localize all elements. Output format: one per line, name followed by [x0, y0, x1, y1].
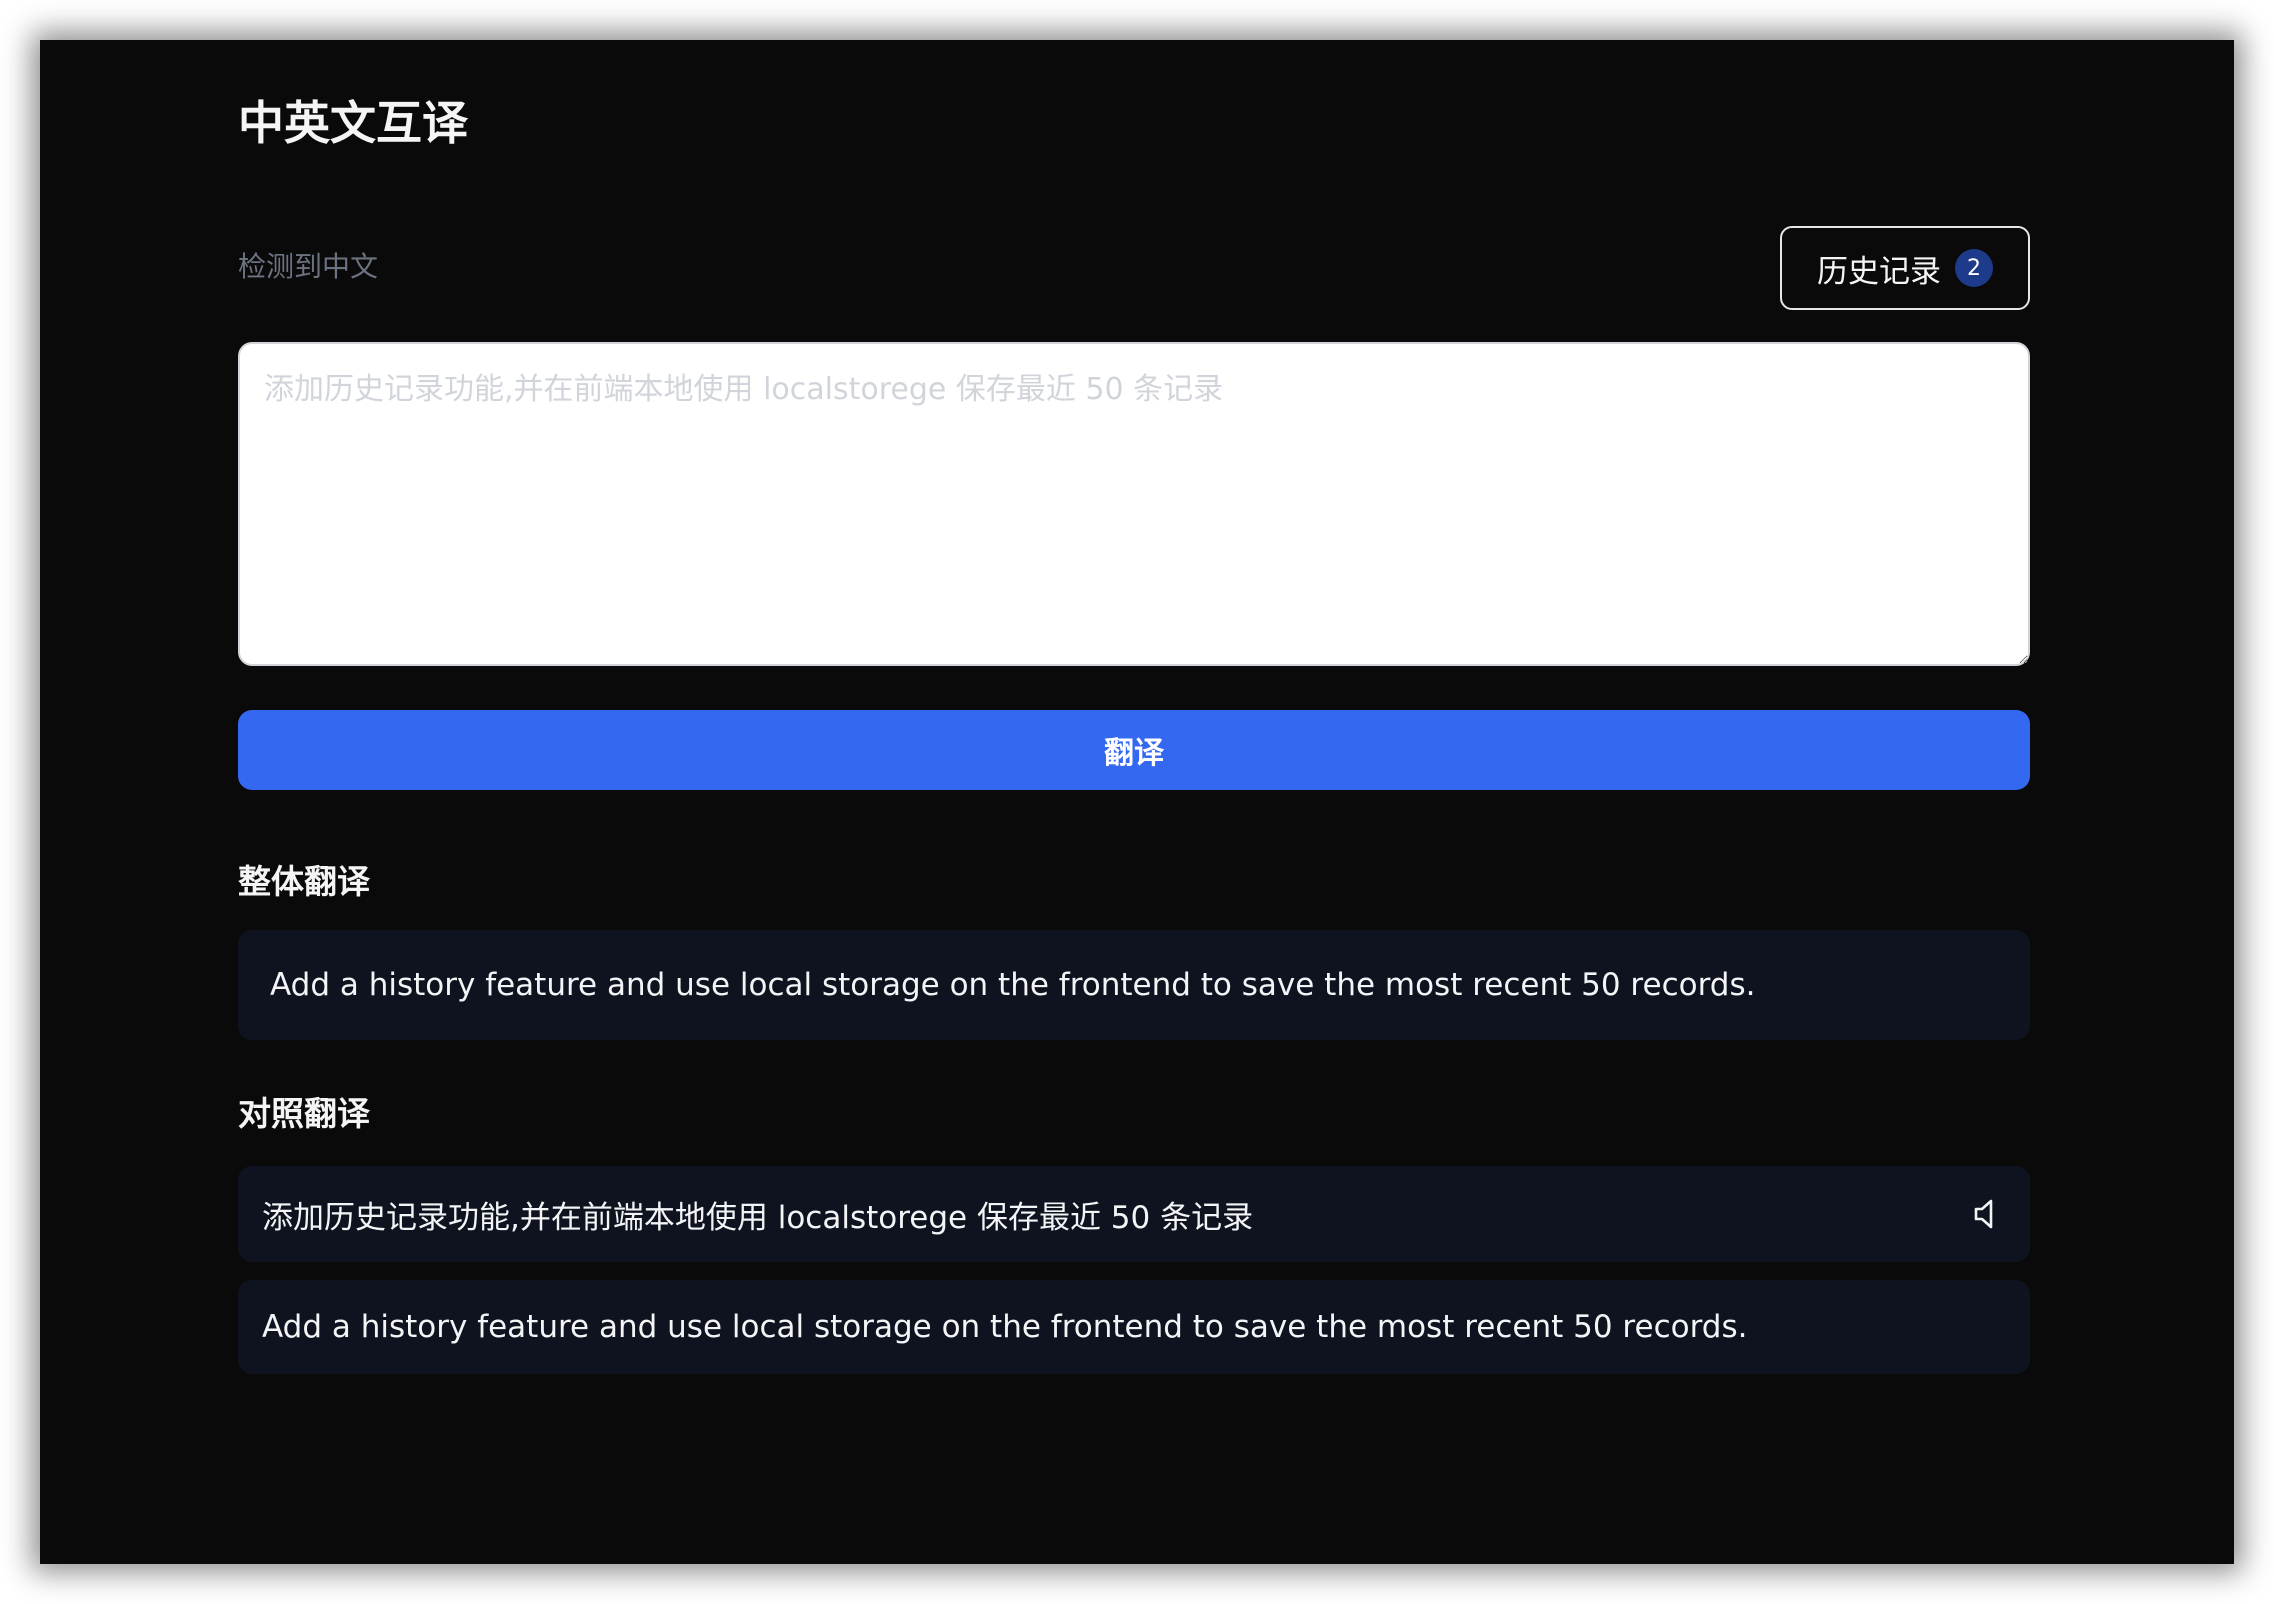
page-title: 中英文互译 [238, 96, 468, 150]
language-detection-label: 检测到中文 [238, 250, 379, 283]
translate-button[interactable]: 翻译 [238, 710, 2030, 790]
speaker-icon[interactable] [1966, 1194, 2006, 1234]
history-count-badge: 2 [1955, 249, 1993, 287]
overall-translation-text: Add a history feature and use local stor… [270, 967, 1756, 1003]
source-text-input[interactable] [238, 342, 2030, 666]
comparison-source-text: 添加历史记录功能,并在前端本地使用 localstorege 保存最近 50 条… [262, 1199, 1254, 1236]
comparison-source-row: 添加历史记录功能,并在前端本地使用 localstorege 保存最近 50 条… [238, 1166, 2030, 1262]
overall-translation-panel: Add a history feature and use local stor… [238, 930, 2030, 1040]
overall-translation-heading: 整体翻译 [238, 862, 370, 901]
history-button-label: 历史记录 [1817, 253, 1941, 290]
history-button[interactable]: 历史记录 2 [1780, 226, 2030, 310]
comparison-target-row: Add a history feature and use local stor… [238, 1280, 2030, 1374]
comparison-target-text: Add a history feature and use local stor… [262, 1309, 1748, 1345]
app-window: 中英文互译 检测到中文 历史记录 2 翻译 整体翻译 Add a history… [40, 40, 2234, 1564]
comparison-translation-heading: 对照翻译 [238, 1094, 370, 1133]
speaker-icon-graphic [1974, 1199, 1993, 1229]
